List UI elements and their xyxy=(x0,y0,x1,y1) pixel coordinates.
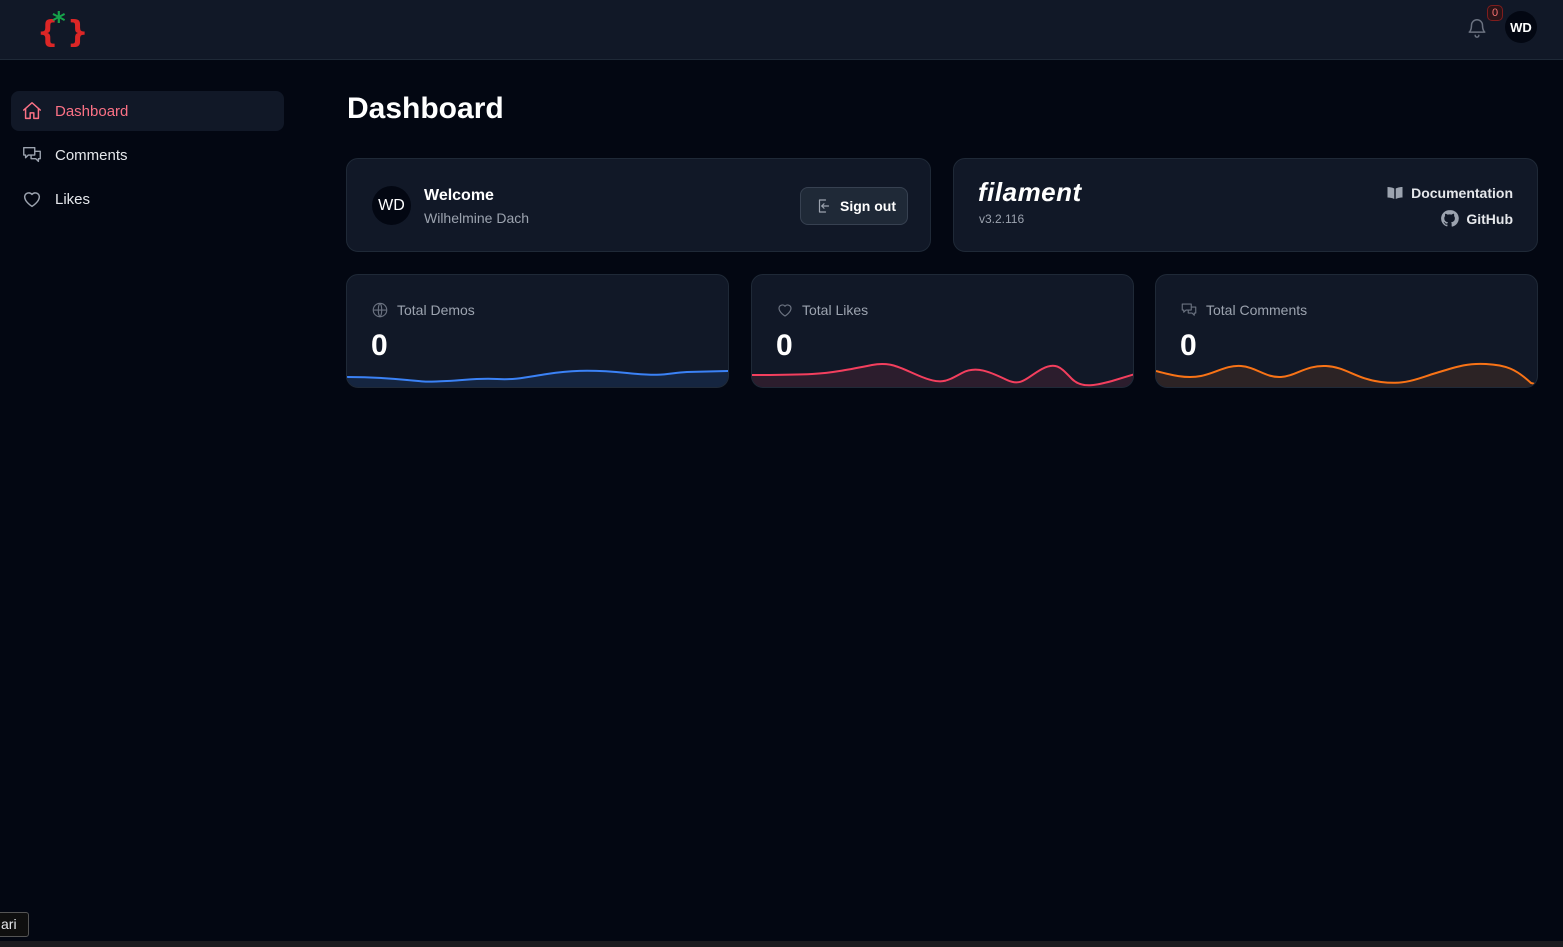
bell-icon xyxy=(1468,19,1486,38)
tooltip: ari xyxy=(0,912,29,937)
github-link[interactable]: GitHub xyxy=(1440,209,1513,228)
svg-text:}: } xyxy=(67,15,86,50)
sidebar-item-label: Comments xyxy=(55,146,128,164)
chat-bubbles-icon xyxy=(1181,303,1197,316)
stat-label: Total Demos xyxy=(397,302,475,318)
sign-out-icon xyxy=(815,197,833,215)
stat-card-total-likes: Total Likes 0 xyxy=(751,274,1134,388)
home-icon xyxy=(20,99,44,123)
github-icon xyxy=(1441,210,1460,227)
stat-label: Total Comments xyxy=(1206,302,1308,318)
sparkline-chart xyxy=(752,363,1133,387)
welcome-title: Welcome xyxy=(424,187,494,204)
sparkline-chart xyxy=(1156,362,1537,387)
filament-info-card: filament v3.2.116 Documentation GitHub xyxy=(953,158,1538,252)
welcome-card: WD Welcome Wilhelmine Dach Sign out xyxy=(346,158,931,252)
heart-icon xyxy=(778,304,792,317)
book-icon xyxy=(1387,187,1403,199)
app-logo[interactable]: { } * xyxy=(36,6,88,50)
notification-count-badge: 0 xyxy=(1487,5,1503,21)
filament-logo: filament xyxy=(978,177,1082,207)
sidebar-item-label: Likes xyxy=(55,190,91,208)
stat-card-total-demos: Total Demos 0 xyxy=(346,274,729,388)
sign-out-button[interactable]: Sign out xyxy=(800,187,908,225)
bottom-edge xyxy=(0,941,1563,947)
stat-card-total-comments: Total Comments 0 xyxy=(1155,274,1538,388)
top-bar: { } * 0 WD xyxy=(0,0,1563,60)
sidebar-item-label: Dashboard xyxy=(55,102,129,120)
github-label: GitHub xyxy=(1466,210,1513,227)
stat-label: Total Likes xyxy=(802,302,869,318)
user-menu-avatar[interactable]: WD xyxy=(1505,11,1537,43)
sidebar-item-comments[interactable]: Comments xyxy=(11,135,284,175)
avatar: WD xyxy=(372,186,411,225)
heart-icon xyxy=(20,187,44,211)
sidebar-item-dashboard[interactable]: Dashboard xyxy=(11,91,284,131)
sign-out-label: Sign out xyxy=(840,198,896,214)
user-name: Wilhelmine Dach xyxy=(424,210,530,226)
documentation-link[interactable]: Documentation xyxy=(1386,185,1513,201)
svg-text:*: * xyxy=(52,7,66,37)
page-title: Dashboard xyxy=(347,92,504,125)
filament-version: v3.2.116 xyxy=(979,212,1025,226)
sidebar-item-likes[interactable]: Likes xyxy=(11,179,284,219)
documentation-label: Documentation xyxy=(1411,185,1513,201)
sparkline-chart xyxy=(347,369,728,387)
chat-bubbles-icon xyxy=(20,143,44,167)
notifications-button[interactable] xyxy=(1464,15,1490,41)
globe-icon xyxy=(372,302,388,318)
